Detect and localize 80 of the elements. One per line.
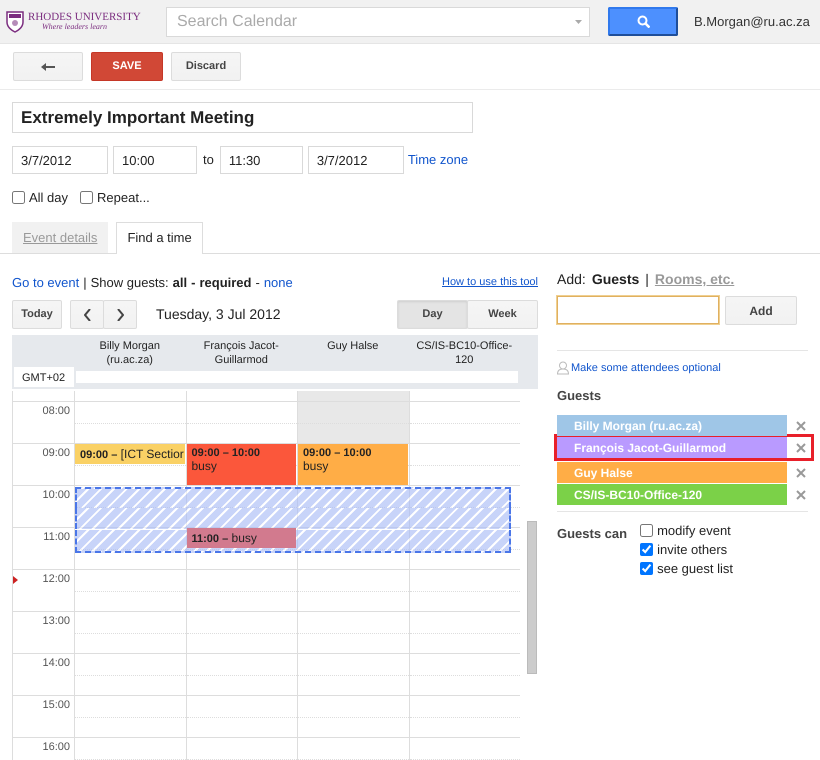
previous-button[interactable] xyxy=(70,300,104,329)
hour-label: 08:00 xyxy=(42,404,70,419)
search-field[interactable]: Search Calendar xyxy=(166,6,590,36)
guest-filter: all xyxy=(172,274,188,292)
guest-filter-link[interactable]: none xyxy=(264,272,293,292)
busy-event[interactable]: 11:00 – busy xyxy=(186,528,296,548)
remove-icon[interactable] xyxy=(796,490,806,500)
scrollbar-thumb[interactable] xyxy=(527,521,537,674)
end-date-field[interactable]: 3/7/2012 xyxy=(308,146,404,174)
crest-icon xyxy=(6,10,24,32)
guest-column-heading: Guy Halse xyxy=(326,339,380,354)
checkbox[interactable] xyxy=(12,191,25,204)
back-arrow-icon xyxy=(41,62,55,72)
separator: - xyxy=(191,274,196,292)
show-guests-label: Show guests: xyxy=(90,274,169,292)
tab[interactable]: Find a time xyxy=(116,222,203,254)
selected-time-slot[interactable] xyxy=(75,530,511,553)
help-link[interactable]: How to use this tool xyxy=(442,274,538,291)
remove-icon[interactable] xyxy=(796,420,806,430)
hour-label: 11:00 xyxy=(43,530,70,545)
current-date: Tuesday, 3 Jul 2012 xyxy=(156,305,281,324)
logo-name: RHODES UNIVERSITY xyxy=(28,12,141,23)
hour-label: 12:00 xyxy=(42,572,70,587)
chevron-right-icon xyxy=(116,308,124,320)
checkbox[interactable] xyxy=(640,543,654,556)
add-button[interactable]: Add xyxy=(725,296,797,325)
selected-time-slot[interactable] xyxy=(75,487,511,508)
today-button[interactable]: Today xyxy=(12,300,62,329)
add-label: Add: xyxy=(557,270,586,289)
search-icon xyxy=(636,15,650,28)
go-to-event-link[interactable]: Go to event xyxy=(12,272,80,292)
logo-tagline: Where leaders learn xyxy=(41,23,108,31)
busy-event[interactable]: 09:00 – 10:00 busy xyxy=(298,444,408,485)
add-type-tab[interactable]: Guests xyxy=(592,269,640,290)
guest-column-heading: Billy Morgan (ru.ac.za) xyxy=(98,339,162,367)
checkbox[interactable] xyxy=(640,562,654,575)
checkbox-label: modify event xyxy=(657,522,731,540)
hour-label: 14:00 xyxy=(42,656,70,671)
view-button[interactable]: Day xyxy=(397,300,468,329)
separator: | xyxy=(645,270,649,289)
hour-label: 15:00 xyxy=(42,698,70,713)
user-email: B.Morgan@ru.ac.za xyxy=(694,12,810,31)
save-button[interactable]: SAVE xyxy=(91,52,163,81)
next-button[interactable] xyxy=(103,300,137,329)
separator: | xyxy=(83,274,87,292)
guest-column-heading: CS/IS-BC10-Office-120 xyxy=(415,339,514,367)
hour-label: 09:00 xyxy=(42,446,70,461)
hour-label: 16:00 xyxy=(42,740,70,755)
hour-label: 10:00 xyxy=(42,488,70,503)
optional-attendees-link[interactable]: Make some attendees optional xyxy=(571,360,721,376)
hour-label: 13:00 xyxy=(42,614,70,629)
checkbox-label: Repeat... xyxy=(97,189,150,207)
remove-icon[interactable] xyxy=(796,442,806,452)
end-time-field[interactable]: 11:30 xyxy=(220,146,303,174)
busy-event[interactable]: 09:00 – [ICT Sectior xyxy=(75,444,184,464)
checkbox-label: All day xyxy=(29,189,68,207)
to-label: to xyxy=(202,151,215,170)
timezone-label: GMT+02 xyxy=(14,367,74,387)
guests-heading: Guests xyxy=(557,386,602,404)
separator: - xyxy=(255,274,260,292)
checkbox[interactable] xyxy=(640,524,654,537)
checkbox-label: see guest list xyxy=(657,560,733,578)
dropdown-caret-icon[interactable] xyxy=(575,20,582,24)
discard-button[interactable]: Discard xyxy=(171,52,241,81)
chevron-left-icon xyxy=(84,308,90,320)
remove-icon[interactable] xyxy=(796,468,806,478)
guest-column-heading: François Jacot-Guillarmod xyxy=(202,339,280,367)
start-time-field[interactable]: 10:00 xyxy=(113,146,197,174)
title-field[interactable]: Extremely Important Meeting xyxy=(12,102,473,133)
checkbox-label: invite others xyxy=(657,540,728,559)
person-icon xyxy=(557,361,569,376)
busy-event[interactable]: 09:00 – 10:00 busy xyxy=(186,444,296,485)
guests-can-label: Guests can xyxy=(557,525,628,543)
search-button[interactable] xyxy=(608,7,678,36)
view-button[interactable]: Week xyxy=(467,300,538,329)
guest-input-field[interactable] xyxy=(557,296,719,324)
checkbox[interactable] xyxy=(80,191,94,204)
start-date-field[interactable]: 3/7/2012 xyxy=(12,146,108,174)
time-zone-link[interactable]: Time zone xyxy=(408,150,468,170)
guest-filter: required xyxy=(199,274,252,292)
